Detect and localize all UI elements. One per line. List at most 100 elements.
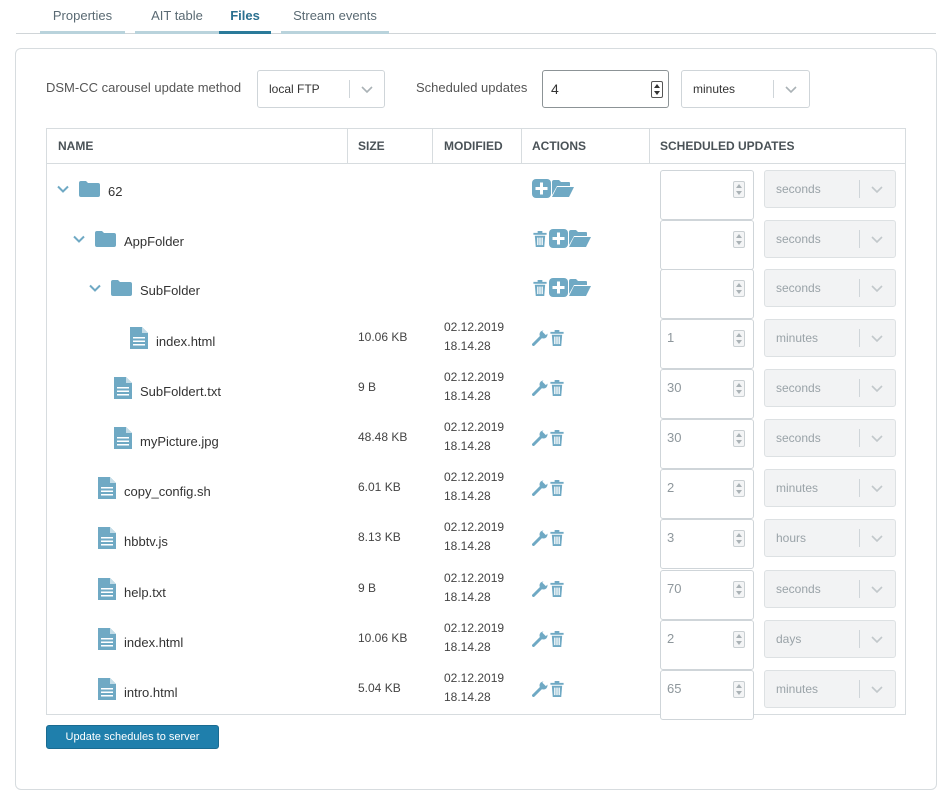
chevron-down-icon[interactable]: [57, 183, 69, 195]
folder-open-icon[interactable]: [552, 179, 574, 198]
trash-icon[interactable]: [532, 230, 548, 247]
plus-square-icon[interactable]: [532, 179, 551, 198]
scheduled-updates-input[interactable]: 4: [542, 70, 669, 108]
modified-cell: 02.12.2019 18.14.28: [444, 619, 504, 657]
row-schedule-input[interactable]: [660, 269, 754, 319]
plus-square-icon[interactable]: [549, 278, 568, 297]
modified-time: 18.14.28: [444, 439, 491, 453]
tab-files[interactable]: Files: [219, 0, 271, 34]
plus-square-icon[interactable]: [549, 229, 568, 248]
trash-icon[interactable]: [549, 480, 565, 496]
name-cell[interactable]: myPicture.jpg: [114, 413, 219, 463]
wrench-icon[interactable]: [532, 480, 548, 496]
trash-icon[interactable]: [549, 330, 565, 346]
name-cell[interactable]: index.html: [130, 313, 215, 363]
wrench-icon[interactable]: [532, 430, 548, 446]
scheduled-unit-value: minutes: [693, 82, 736, 96]
row-schedule-input[interactable]: 2: [660, 469, 754, 519]
row-unit-select[interactable]: seconds: [764, 419, 896, 457]
header-name[interactable]: NAME: [47, 129, 93, 164]
modified-cell: 02.12.2019 18.14.28: [444, 368, 504, 406]
row-schedule-input[interactable]: 2: [660, 620, 754, 670]
trash-icon[interactable]: [549, 530, 565, 546]
row-schedule-stepper[interactable]: [733, 181, 745, 198]
chevron-down-icon[interactable]: [73, 233, 85, 245]
actions-cell: [532, 631, 565, 647]
header-scheduled-updates: SCHEDULED UPDATES: [660, 139, 795, 153]
wrench-icon[interactable]: [532, 681, 548, 697]
trash-icon[interactable]: [549, 631, 565, 647]
trash-icon[interactable]: [549, 430, 565, 446]
scheduled-unit-select[interactable]: minutes: [681, 70, 810, 108]
method-select[interactable]: local FTP: [257, 70, 385, 108]
name-cell[interactable]: hbbtv.js: [98, 513, 168, 563]
row-unit-select[interactable]: days: [764, 620, 896, 658]
wrench-icon[interactable]: [532, 330, 548, 346]
row-schedule-stepper[interactable]: [733, 231, 745, 248]
wrench-icon[interactable]: [532, 581, 548, 597]
name-cell[interactable]: 62: [57, 164, 122, 214]
chevron-down-icon[interactable]: [89, 282, 101, 294]
row-schedule-input[interactable]: 3: [660, 519, 754, 569]
row-unit-select[interactable]: seconds: [764, 170, 896, 208]
name-cell[interactable]: help.txt: [98, 564, 166, 614]
row-schedule-stepper[interactable]: [733, 380, 745, 397]
row-schedule-stepper[interactable]: [733, 480, 745, 497]
header-size[interactable]: SIZE: [347, 129, 385, 164]
row-schedule-stepper[interactable]: [733, 681, 745, 698]
scheduled-stepper[interactable]: [651, 81, 663, 98]
row-schedule-input[interactable]: 65: [660, 670, 754, 720]
trash-icon[interactable]: [549, 380, 565, 396]
update-schedules-button[interactable]: Update schedules to server: [46, 725, 219, 749]
row-unit-select[interactable]: minutes: [764, 670, 896, 708]
row-unit-select[interactable]: minutes: [764, 469, 896, 507]
wrench-icon[interactable]: [532, 530, 548, 546]
name-cell[interactable]: SubFolder: [89, 263, 200, 313]
row-unit-select[interactable]: hours: [764, 519, 896, 557]
row-schedule-input[interactable]: 1: [660, 319, 754, 369]
chevron-down-icon: [871, 385, 883, 393]
name-cell[interactable]: intro.html: [98, 664, 177, 714]
folder-open-icon[interactable]: [569, 278, 591, 297]
row-unit-value: seconds: [776, 431, 821, 445]
name-cell[interactable]: index.html: [98, 614, 183, 664]
item-name: index.html: [124, 634, 184, 650]
tab-stream-events[interactable]: Stream events: [281, 0, 389, 34]
row-schedule-input[interactable]: 30: [660, 369, 754, 419]
tab-properties[interactable]: Properties: [40, 0, 125, 34]
header-modified[interactable]: MODIFIED: [433, 129, 503, 164]
name-cell[interactable]: AppFolder: [73, 214, 184, 264]
modified-date: 02.12.2019: [444, 621, 505, 635]
file-icon: [98, 628, 116, 650]
row-schedule-stepper[interactable]: [733, 581, 745, 598]
tab-ait-table[interactable]: AIT table: [135, 0, 219, 34]
folder-open-icon[interactable]: [569, 229, 591, 248]
row-schedule-input[interactable]: 70: [660, 570, 754, 620]
row-unit-select[interactable]: minutes: [764, 319, 896, 357]
table-row: SubFoldert.txt 9 B 02.12.2019 18.14.28 30 sec…: [47, 363, 905, 419]
actions-cell: [532, 278, 591, 297]
row-schedule-input[interactable]: [660, 170, 754, 220]
row-schedule-input[interactable]: 30: [660, 419, 754, 469]
row-schedule-stepper[interactable]: [733, 430, 745, 447]
row-unit-select[interactable]: seconds: [764, 570, 896, 608]
row-schedule-stepper[interactable]: [733, 280, 745, 297]
chevron-down-icon: [871, 586, 883, 594]
name-cell[interactable]: SubFoldert.txt: [114, 363, 221, 413]
row-unit-select[interactable]: seconds: [764, 369, 896, 407]
name-cell[interactable]: copy_config.sh: [98, 463, 211, 513]
trash-icon[interactable]: [532, 279, 548, 296]
wrench-icon[interactable]: [532, 631, 548, 647]
row-unit-select[interactable]: seconds: [764, 269, 896, 307]
wrench-icon[interactable]: [532, 380, 548, 396]
row-schedule-stepper[interactable]: [733, 530, 745, 547]
row-schedule-stepper[interactable]: [733, 631, 745, 648]
size-cell: 10.06 KB: [358, 330, 408, 344]
row-schedule-stepper[interactable]: [733, 330, 745, 347]
trash-icon[interactable]: [549, 581, 565, 597]
trash-icon[interactable]: [549, 681, 565, 697]
modified-date: 02.12.2019: [444, 370, 505, 384]
row-unit-select[interactable]: seconds: [764, 220, 896, 258]
modified-date: 02.12.2019: [444, 671, 505, 685]
row-unit-value: days: [776, 632, 802, 646]
